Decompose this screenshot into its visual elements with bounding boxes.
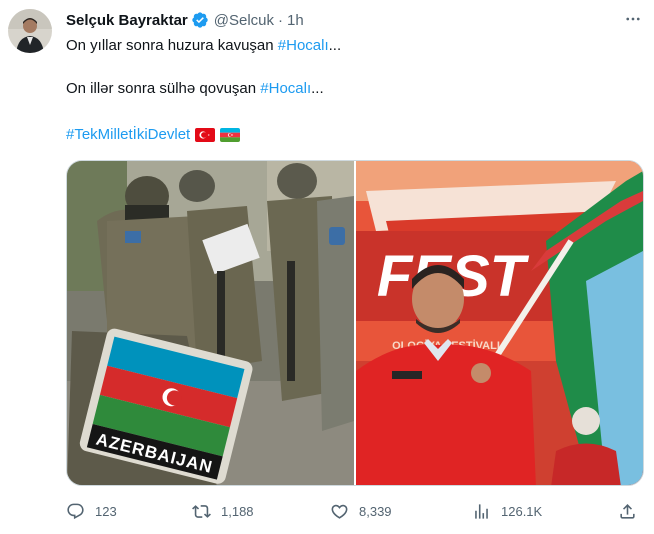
like-count: 8,339 [359,503,392,519]
turkey-flag-icon [195,128,216,142]
hashtag-link[interactable]: #Hocalı [260,80,311,97]
heart-icon [331,504,348,519]
tweet-header: Selçuk Bayraktar @Selcuk · 1h [66,10,304,30]
reply-count: 123 [95,503,117,519]
tweet[interactable]: Selçuk Bayraktar @Selcuk · 1h On yıllar … [0,0,654,534]
verified-badge-icon[interactable] [191,11,209,29]
header-separator: · [278,11,283,29]
views-chart-icon [475,503,488,519]
tweet-timestamp[interactable]: 1h [287,12,304,29]
tweet-text-segment: On illər sonra sülhə qovuşan [66,80,261,97]
avatar[interactable] [8,9,52,53]
like-button[interactable]: 8,339 [330,497,392,525]
tweet-media: AZERBAIJAN FEST OLOGİYA FESTİVALI [66,160,644,486]
more-options-icon[interactable] [620,8,646,30]
hashtag-link[interactable]: #TekMilletİkiDevlet [66,125,190,145]
repost-button[interactable]: 1,188 [192,497,254,525]
views-button[interactable]: 126.1K [472,497,542,525]
author-display-name[interactable]: Selçuk Bayraktar [66,12,188,29]
repost-count: 1,188 [221,503,254,519]
tweet-text-line-1: On yıllar sonra huzura kavuşan #Hocalı..… [66,36,341,56]
photo-soldiers[interactable]: AZERBAIJAN [67,161,354,485]
tweet-text-line-2: On illər sonra sülhə qovuşan #Hocalı... [66,79,324,99]
azerbaijan-flag-icon [220,128,241,142]
tweet-text-ellipsis: ... [328,37,342,54]
share-button[interactable] [618,497,637,525]
reply-icon [67,503,84,519]
repost-icon [192,504,211,518]
tweet-text-segment: On yıllar sonra huzura kavuşan [66,37,278,54]
view-count: 126.1K [501,503,543,519]
hashtag-link[interactable]: #Hocalı [278,37,329,54]
tweet-actions: 123 1,188 8,339 126.1K [62,497,646,525]
tweet-text-line-3: #TekMilletİkiDevlet [66,125,241,145]
author-handle[interactable]: @Selcuk [214,12,274,29]
photo-flag-bearer[interactable]: FEST OLOGİYA FESTİVALI [356,161,643,485]
tweet-text-ellipsis: ... [311,80,324,97]
share-icon [620,503,635,519]
reply-button[interactable]: 123 [66,497,117,525]
